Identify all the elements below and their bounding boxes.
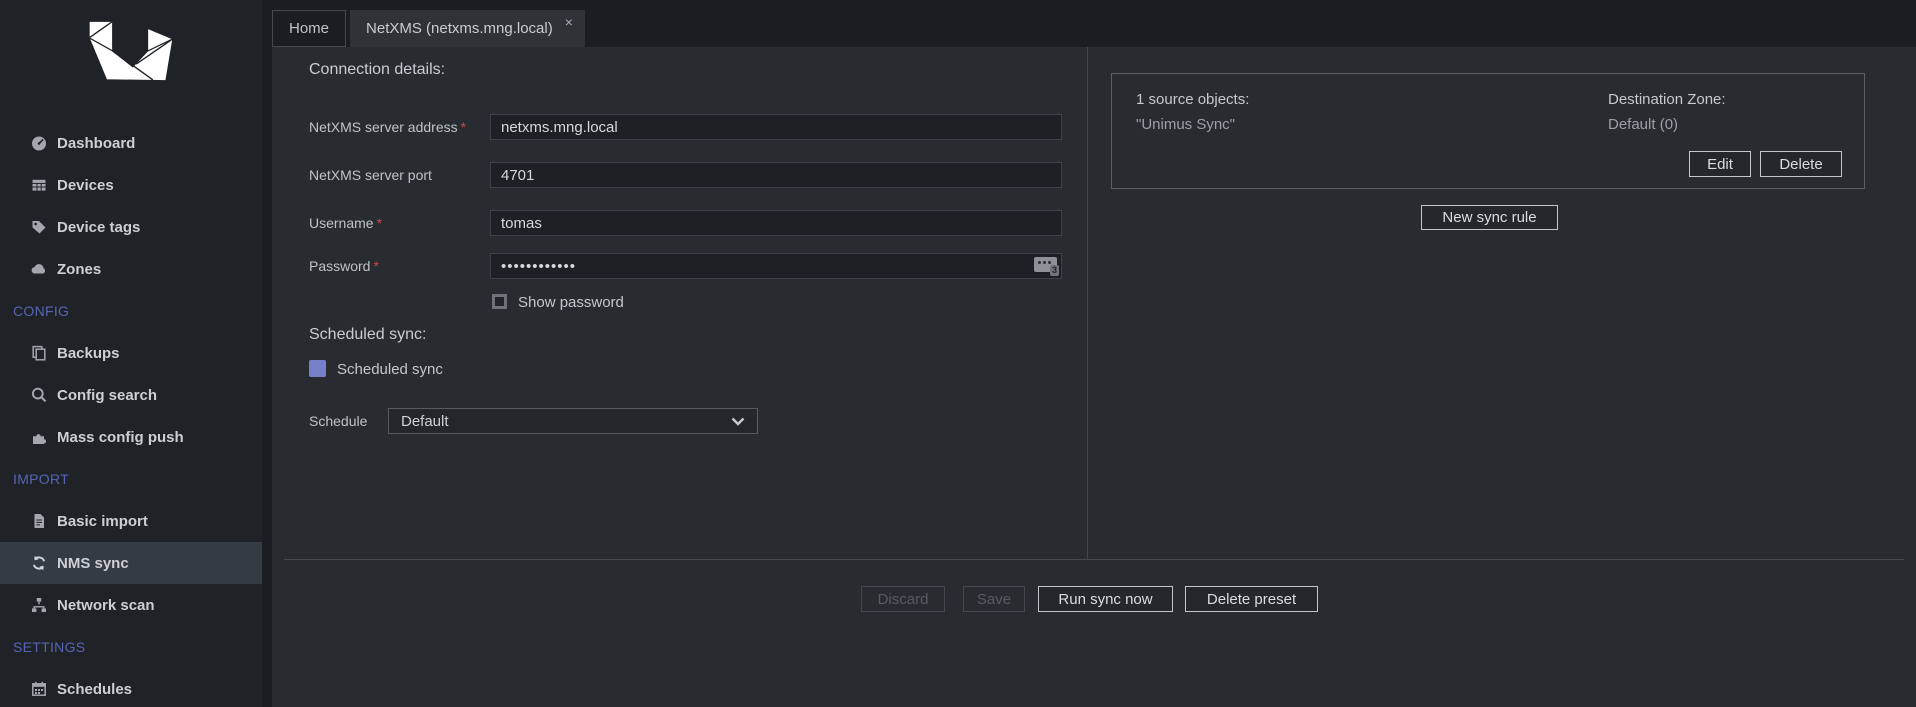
server-port-label: NetXMS server port <box>309 162 432 188</box>
copy-icon <box>30 344 48 362</box>
scheduled-sync-label: Scheduled sync <box>337 361 443 378</box>
sidebar-item-device-tags[interactable]: Device tags <box>0 206 262 248</box>
content-panel: Connection details: NetXMS server addres… <box>272 47 1916 707</box>
scheduled-sync-checkbox[interactable] <box>309 360 326 377</box>
sidebar-item-basic-import[interactable]: Basic import <box>0 500 262 542</box>
label-text: NetXMS server address <box>309 119 458 135</box>
password-field-wrap: 3 <box>490 253 1062 279</box>
discard-button[interactable]: Discard <box>861 586 945 612</box>
sidebar-item-label: Network scan <box>57 596 155 614</box>
edit-rule-button[interactable]: Edit <box>1689 151 1751 177</box>
tab-label: NetXMS (netxms.mng.local) <box>366 20 553 37</box>
delete-preset-button[interactable]: Delete preset <box>1185 586 1318 612</box>
required-mark: * <box>376 215 383 231</box>
save-button[interactable]: Save <box>963 586 1025 612</box>
sidebar-item-label: NMS sync <box>57 554 129 572</box>
chevron-down-icon <box>731 417 745 426</box>
sync-rule-card: 1 source objects: "Unimus Sync" Destinat… <box>1111 73 1865 189</box>
password-manager-badge: 3 <box>1049 265 1059 276</box>
sidebar-item-network-scan[interactable]: Network scan <box>0 584 262 626</box>
sidebar-item-config-search[interactable]: Config search <box>0 374 262 416</box>
sidebar-section-config: CONFIG <box>13 303 70 319</box>
tab-netxms[interactable]: NetXMS (netxms.mng.local) × <box>350 10 585 47</box>
password-dots-glyph <box>1038 261 1041 264</box>
sidebar-item-nms-sync[interactable]: NMS sync <box>0 542 262 584</box>
sidebar-item-label: Backups <box>57 344 120 362</box>
source-objects-value: "Unimus Sync" <box>1136 116 1236 133</box>
horizontal-divider <box>284 559 1904 560</box>
search-icon <box>30 386 48 404</box>
scheduled-sync-title: Scheduled sync: <box>309 326 427 343</box>
tab-label: Home <box>289 20 330 37</box>
sidebar-item-label: Config search <box>57 386 158 404</box>
schedule-selected-value: Default <box>401 412 449 430</box>
sidebar-item-label: Schedules <box>57 680 133 698</box>
password-manager-icon[interactable]: 3 <box>1034 257 1059 276</box>
dashboard-icon <box>30 134 48 152</box>
sidebar-item-label: Device tags <box>57 218 141 236</box>
network-hierarchy-icon <box>30 596 48 614</box>
calendar-icon <box>30 680 48 698</box>
source-objects-title: 1 source objects: <box>1136 91 1250 108</box>
sidebar: Dashboard Devices Device tags Zones CONF… <box>0 0 262 707</box>
sidebar-section-import: IMPORT <box>13 471 69 487</box>
new-sync-rule-button[interactable]: New sync rule <box>1421 205 1558 230</box>
sidebar-item-label: Basic import <box>57 512 148 530</box>
delete-rule-button[interactable]: Delete <box>1760 151 1842 177</box>
unimus-app-window: Dashboard Devices Device tags Zones CONF… <box>0 0 1916 707</box>
sidebar-item-zones[interactable]: Zones <box>0 248 262 290</box>
show-password-label: Show password <box>518 294 624 311</box>
tab-bar: Home NetXMS (netxms.mng.local) × <box>272 10 585 47</box>
puzzle-icon <box>30 428 48 446</box>
table-icon <box>30 176 48 194</box>
sidebar-item-devices[interactable]: Devices <box>0 164 262 206</box>
destination-zone-title: Destination Zone: <box>1608 91 1726 108</box>
sidebar-item-label: Zones <box>57 260 102 278</box>
sidebar-section-settings: SETTINGS <box>13 639 86 655</box>
server-address-input[interactable] <box>490 114 1062 140</box>
server-port-input[interactable] <box>490 162 1062 188</box>
label-text: Schedule <box>309 413 368 429</box>
server-address-label: NetXMS server address * <box>309 114 466 140</box>
unimus-logo <box>0 0 262 122</box>
password-label: Password * <box>309 253 379 279</box>
label-text: NetXMS server port <box>309 167 432 183</box>
tag-icon <box>30 218 48 236</box>
sidebar-item-label: Devices <box>57 176 114 194</box>
username-input[interactable] <box>490 210 1062 236</box>
sidebar-item-backups[interactable]: Backups <box>0 332 262 374</box>
schedule-select[interactable]: Default <box>388 408 758 434</box>
run-sync-now-button[interactable]: Run sync now <box>1038 586 1173 612</box>
vertical-divider <box>1087 47 1088 559</box>
required-mark: * <box>373 258 379 274</box>
label-text: Username <box>309 215 374 231</box>
sidebar-item-label: Mass config push <box>57 428 184 446</box>
sidebar-item-label: Dashboard <box>57 134 136 152</box>
tab-home[interactable]: Home <box>272 10 347 47</box>
schedule-label: Schedule <box>309 408 367 434</box>
sidebar-item-mass-config-push[interactable]: Mass config push <box>0 416 262 458</box>
document-icon <box>30 512 48 530</box>
label-text: Password <box>309 258 371 274</box>
close-icon[interactable]: × <box>565 14 573 30</box>
sidebar-item-dashboard[interactable]: Dashboard <box>0 122 262 164</box>
username-label: Username * <box>309 210 382 236</box>
cloud-icon <box>30 260 48 278</box>
required-mark: * <box>460 119 467 135</box>
show-password-checkbox[interactable] <box>492 294 507 309</box>
sync-icon <box>30 554 48 572</box>
password-input[interactable] <box>490 253 1062 279</box>
connection-details-title: Connection details: <box>309 61 446 78</box>
sidebar-item-schedules[interactable]: Schedules <box>0 668 262 707</box>
destination-zone-value: Default (0) <box>1608 116 1679 133</box>
